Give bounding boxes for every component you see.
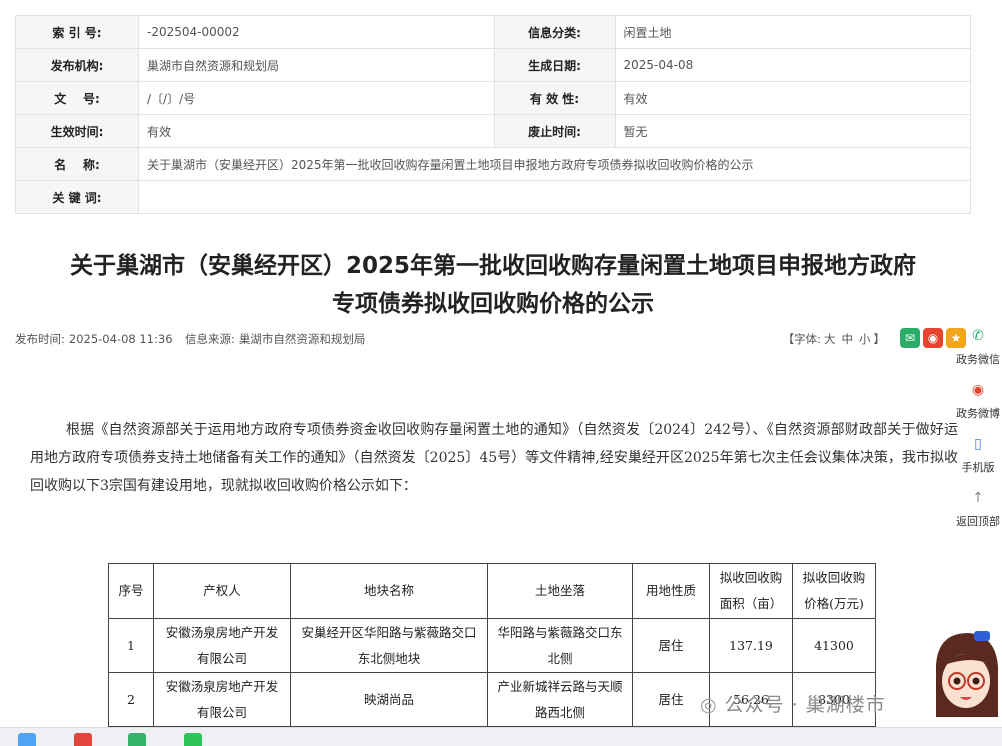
info-source-label: 信息来源: (185, 332, 235, 346)
cell-price: 41300 (792, 618, 876, 673)
th-use: 用地性质 (632, 563, 710, 619)
sidebar-mobile-label: 手机版 (961, 461, 995, 474)
cell-location: 华阳路与紫薇路交口东 北侧 (487, 618, 633, 673)
publish-time-label: 发布时间: (15, 332, 65, 346)
cell-parcel: 映湖尚品 (290, 672, 488, 727)
th-area: 拟收回收购 面积（亩） (709, 563, 793, 619)
cell-use: 居住 (632, 672, 710, 727)
weibo-share-icon[interactable]: ◉ (923, 328, 943, 348)
wechat-logo-icon: ◎ (700, 694, 718, 716)
meta-publisher-value: 巢湖市自然资源和规划局 (138, 48, 495, 82)
cell-owner: 安徽汤泉房地产开发 有限公司 (153, 618, 291, 673)
sidebar-weibo-label: 政务微博 (956, 407, 1000, 420)
sidebar-mobile[interactable]: ▯ 手机版 (954, 431, 1002, 475)
cell-parcel-line2: 东北侧地块 (357, 650, 421, 666)
th-price: 拟收回收购 价格(万元) (792, 563, 876, 619)
meta-keywords-value (138, 180, 971, 214)
meta-date-value: 2025-04-08 (614, 48, 971, 82)
wechat-share-icon[interactable]: ✉ (900, 328, 920, 348)
font-size-switcher: 【字体: 大中小】 (783, 330, 885, 348)
meta-category-value: 闲置土地 (614, 15, 971, 49)
meta-docno-label: 文 号: (15, 81, 139, 115)
th-location: 土地坐落 (487, 563, 633, 619)
meta-effective-value: 有效 (138, 114, 495, 148)
meta-name-value: 关于巢湖市（安巢经开区）2025年第一批收回收购存量闲置土地项目申报地方政府专项… (138, 147, 971, 181)
watermark-text: 公众号 · 巢湖楼市 (724, 694, 886, 716)
os-taskbar (0, 727, 1002, 746)
cell-location-line2: 北侧 (547, 650, 573, 666)
article-title-line1: 关于巢湖市（安巢经开区）2025年第一批收回收购存量闲置土地项目申报地方政府 (69, 253, 916, 279)
th-owner: 产权人 (153, 563, 291, 619)
publish-time-value: 2025-04-08 11:36 (68, 332, 173, 346)
cell-parcel-line1: 安巢经开区华阳路与紫薇路交口 (301, 624, 477, 640)
article-title: 关于巢湖市（安巢经开区）2025年第一批收回收购存量闲置土地项目申报地方政府 专… (15, 247, 971, 323)
cell-area: 137.19 (709, 618, 793, 673)
cell-use: 居住 (632, 618, 710, 673)
cell-owner-line1: 安徽汤泉房地产开发 (165, 624, 279, 640)
wechat-icon: ✆ (972, 328, 984, 344)
sidebar-wechat[interactable]: ✆ 政务微信 (954, 323, 1002, 367)
th-area-line2: 面积（亩） (719, 596, 783, 611)
font-size-label: 【字体: (782, 332, 821, 346)
meta-index-label: 索 引 号: (15, 15, 139, 49)
article-paragraph: 根据《自然资源部关于运用地方政府专项债券资金收回收购存量闲置土地的通知》（自然资… (30, 422, 958, 494)
cell-owner-line2: 有限公司 (196, 650, 247, 666)
cell-parcel: 安巢经开区华阳路与紫薇路交口 东北侧地块 (290, 618, 488, 673)
table-header-row: 序号 产权人 地块名称 土地坐落 用地性质 拟收回收购 面积（亩） 拟收回收购 … (108, 563, 876, 619)
font-medium-button[interactable]: 中 (842, 332, 854, 346)
meta-publisher-label: 发布机构: (15, 48, 139, 82)
meta-docno-value: /〔/〕/号 (138, 81, 495, 115)
th-price-line2: 价格(万元) (804, 596, 864, 611)
th-price-line1: 拟收回收购 (802, 570, 866, 585)
meta-validity-value: 有效 (614, 81, 971, 115)
weibo-icon: ◉ (971, 382, 985, 398)
wechat-watermark: ◎ 公众号 · 巢湖楼市 (700, 690, 886, 717)
font-large-button[interactable]: 大 (824, 332, 836, 346)
meta-expiry-label: 废止时间: (493, 114, 616, 148)
meta-expiry-value: 暂无 (614, 114, 971, 148)
cell-owner-line2: 有限公司 (196, 704, 247, 720)
cell-owner-line1: 安徽汤泉房地产开发 (165, 678, 279, 694)
th-seq: 序号 (108, 563, 154, 619)
info-source: 信息来源: 巢湖市自然资源和规划局 (185, 330, 369, 348)
meta-name-label: 名 称: (15, 147, 139, 181)
meta-effective-label: 生效时间: (15, 114, 139, 148)
meta-index-value: -202504-00002 (138, 15, 495, 49)
sidebar-back-to-top[interactable]: ↑ 返回顶部 (954, 485, 1002, 529)
cell-owner: 安徽汤泉房地产开发 有限公司 (153, 672, 291, 727)
sidebar-weibo[interactable]: ◉ 政务微博 (954, 377, 1002, 421)
cell-location-line1: 华阳路与紫薇路交口东 (497, 624, 623, 640)
article-title-line2: 专项债券拟收回收购价格的公示 (332, 291, 654, 317)
article-body: 根据《自然资源部关于运用地方政府专项债券资金收回收购存量闲置土地的通知》（自然资… (30, 416, 958, 500)
floating-sidebar: ✆ 政务微信 ◉ 政务微博 ▯ 手机版 ↑ 返回顶部 (954, 323, 1002, 539)
taskbar-browser-icon[interactable] (18, 733, 36, 746)
mobile-phone-icon: ▯ (974, 436, 982, 452)
cell-location-line1: 产业新城祥云路与天顺 (497, 678, 623, 694)
meta-date-label: 生成日期: (493, 48, 616, 82)
taskbar-spreadsheet-icon[interactable] (128, 733, 146, 746)
mascot-illustration (936, 631, 998, 717)
sidebar-top-label: 返回顶部 (956, 515, 1000, 528)
article-info-bar: 发布时间: 2025-04-08 11:36 信息来源: 巢湖市自然资源和规划局 【… (15, 330, 885, 348)
arrow-up-icon: ↑ (972, 490, 984, 506)
publish-time: 发布时间: 2025-04-08 11:36 (15, 330, 177, 348)
table-row: 1 安徽汤泉房地产开发 有限公司 安巢经开区华阳路与紫薇路交口 东北侧地块 华阳… (108, 618, 876, 673)
th-parcel: 地块名称 (290, 563, 488, 619)
font-small-button[interactable]: 小 (859, 332, 871, 346)
cell-seq: 1 (108, 618, 154, 673)
sidebar-wechat-label: 政务微信 (956, 353, 1000, 366)
info-source-value: 巢湖市自然资源和规划局 (238, 332, 366, 346)
metadata-table: 索 引 号: -202504-00002 信息分类: 闲置土地 发布机构: 巢湖… (15, 15, 971, 214)
taskbar-app-icon[interactable] (74, 733, 92, 746)
font-size-close: 】 (873, 332, 886, 346)
cell-location-line2: 路西北侧 (534, 704, 585, 720)
meta-category-label: 信息分类: (493, 15, 616, 49)
meta-validity-label: 有 效 性: (493, 81, 616, 115)
cell-location: 产业新城祥云路与天顺 路西北侧 (487, 672, 633, 727)
cell-seq: 2 (108, 672, 154, 727)
meta-keywords-label: 关 键 词: (15, 180, 139, 214)
taskbar-wechat-icon[interactable] (184, 733, 202, 746)
th-area-line1: 拟收回收购 (719, 570, 783, 585)
